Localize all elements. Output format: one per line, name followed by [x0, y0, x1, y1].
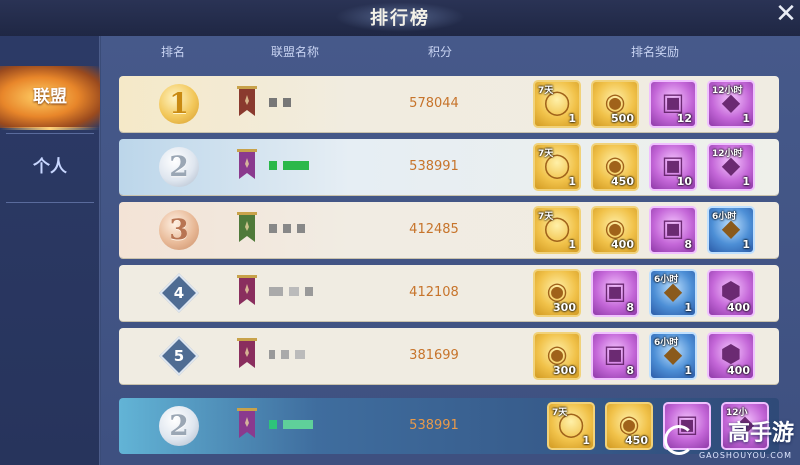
reward-count: 1 [742, 112, 750, 125]
ranking-row: 2 538991 ◯ 7天 1 ◉ 450 ▣ 10 ◆ 12小时 1 [119, 139, 779, 195]
reward-duration: 7天 [552, 408, 568, 418]
alliance-name-obscured [269, 98, 297, 107]
sidebar: 联盟 个人 [0, 36, 100, 465]
tab-alliance[interactable]: 联盟 [0, 66, 100, 130]
reward-item[interactable]: ◯ 7天 1 [533, 143, 581, 191]
alliance-banner-icon [237, 86, 257, 122]
reward-item[interactable]: ◯ 7天 1 [547, 402, 595, 450]
silver-medal-icon: 2 [159, 406, 199, 446]
watermark-logo [664, 425, 694, 455]
reward-count: 1 [684, 301, 692, 314]
reward-count: 1 [742, 238, 750, 251]
ranking-row: 4 412108 ◉ 300 ▣ 8 ◆ 6小时 1 ⬢ 400 [119, 265, 779, 321]
header-score: 积分 [428, 45, 453, 59]
reward-item[interactable]: ◆ 6小时 1 [649, 332, 697, 380]
reward-item[interactable]: ▣ 8 [591, 332, 639, 380]
bronze-medal-icon: 3 [159, 210, 199, 250]
alliance-banner-icon [237, 338, 257, 374]
reward-item[interactable]: ◉ 450 [605, 402, 653, 450]
reward-count: 1 [568, 238, 576, 251]
reward-item[interactable]: ◉ 500 [591, 80, 639, 128]
reward-count: 12 [676, 112, 692, 125]
reward-count: 1 [742, 175, 750, 188]
reward-item[interactable]: ⬢ 400 [707, 269, 755, 317]
reward-item[interactable]: ◆ 12小时 1 [707, 143, 755, 191]
header-rewards: 排名奖励 [631, 45, 680, 59]
reward-duration: 12小时 [712, 86, 743, 96]
reward-count: 400 [727, 301, 750, 314]
alliance-name-obscured [269, 161, 315, 170]
title-bar: 排行榜 ✕ [0, 0, 800, 36]
reward-count: 300 [553, 301, 576, 314]
reward-count: 10 [676, 175, 692, 188]
reward-duration: 7天 [538, 212, 554, 222]
reward-item[interactable]: ▣ 10 [649, 143, 697, 191]
reward-item[interactable]: ◆ 12小时 1 [707, 80, 755, 128]
reward-count: 500 [611, 112, 634, 125]
reward-count: 1 [684, 364, 692, 377]
reward-count: 400 [611, 238, 634, 251]
silver-medal-icon: 2 [159, 147, 199, 187]
reward-count: 1 [582, 434, 590, 447]
reward-item[interactable]: ◉ 300 [533, 332, 581, 380]
alliance-banner-icon [237, 149, 257, 185]
watermark-sub: GAOSHOUYOU.COM [698, 451, 792, 460]
window-title: 排行榜 [370, 8, 430, 29]
gold-medal-icon: 1 [159, 84, 199, 124]
score-value: 538991 [409, 159, 459, 174]
reward-count: 450 [625, 434, 648, 447]
tab-personal[interactable]: 个人 [0, 136, 100, 198]
ranking-row: 1 578044 ◯ 7天 1 ◉ 500 ▣ 12 ◆ 12小时 1 [119, 76, 779, 132]
reward-count: 300 [553, 364, 576, 377]
alliance-name-obscured [269, 350, 311, 359]
reward-duration: 7天 [538, 86, 554, 96]
score-value: 412108 [409, 285, 459, 300]
ranking-row: 5 381699 ◉ 300 ▣ 8 ◆ 6小时 1 ⬢ 400 [119, 328, 779, 384]
ranking-panel: 排名 联盟名称 积分 排名奖励 1 578044 ◯ 7天 1 ◉ 500 ▣ 12 ◆ 12小时 1… [101, 36, 800, 465]
ranking-row: 3 412485 ◯ 7天 1 ◉ 400 ▣ 8 ◆ 6小时 1 [119, 202, 779, 258]
reward-item[interactable]: ◯ 7天 1 [533, 80, 581, 128]
reward-item[interactable]: ⬢ 400 [707, 332, 755, 380]
score-value: 578044 [409, 96, 459, 111]
header-rank: 排名 [161, 45, 186, 59]
tab-divider [6, 133, 94, 134]
reward-duration: 6小时 [712, 212, 737, 222]
reward-duration: 7天 [538, 149, 554, 159]
reward-count: 1 [568, 112, 576, 125]
rank-number: 5 [173, 347, 185, 365]
reward-item[interactable]: ▣ 8 [591, 269, 639, 317]
score-value: 412485 [409, 222, 459, 237]
reward-item[interactable]: ◆ 6小时 1 [649, 269, 697, 317]
reward-count: 450 [611, 175, 634, 188]
reward-item[interactable]: ◉ 450 [591, 143, 639, 191]
score-value: 538991 [409, 418, 459, 433]
alliance-name-obscured [269, 420, 319, 429]
score-value: 381699 [409, 348, 459, 363]
close-icon[interactable]: ✕ [772, 0, 800, 30]
alliance-banner-icon [237, 408, 257, 444]
alliance-name-obscured [269, 287, 319, 296]
reward-item[interactable]: ◆ 6小时 1 [707, 206, 755, 254]
reward-duration: 6小时 [654, 275, 679, 285]
tab-divider [6, 202, 94, 203]
reward-item[interactable]: ◉ 400 [591, 206, 639, 254]
reward-item[interactable]: ◯ 7天 1 [533, 206, 581, 254]
reward-duration: 6小时 [654, 338, 679, 348]
reward-duration: 12小时 [712, 149, 743, 159]
alliance-name-obscured [269, 224, 311, 233]
reward-count: 8 [626, 301, 634, 314]
reward-count: 400 [727, 364, 750, 377]
reward-count: 8 [684, 238, 692, 251]
alliance-banner-icon [237, 275, 257, 311]
reward-count: 1 [568, 175, 576, 188]
reward-item[interactable]: ▣ 8 [649, 206, 697, 254]
watermark-text: 高手游 [727, 421, 794, 446]
reward-count: 8 [626, 364, 634, 377]
reward-item[interactable]: ▣ 12 [649, 80, 697, 128]
reward-item[interactable]: ◉ 300 [533, 269, 581, 317]
header-alliance-name: 联盟名称 [271, 45, 320, 59]
rank-number: 4 [173, 284, 185, 302]
alliance-banner-icon [237, 212, 257, 248]
